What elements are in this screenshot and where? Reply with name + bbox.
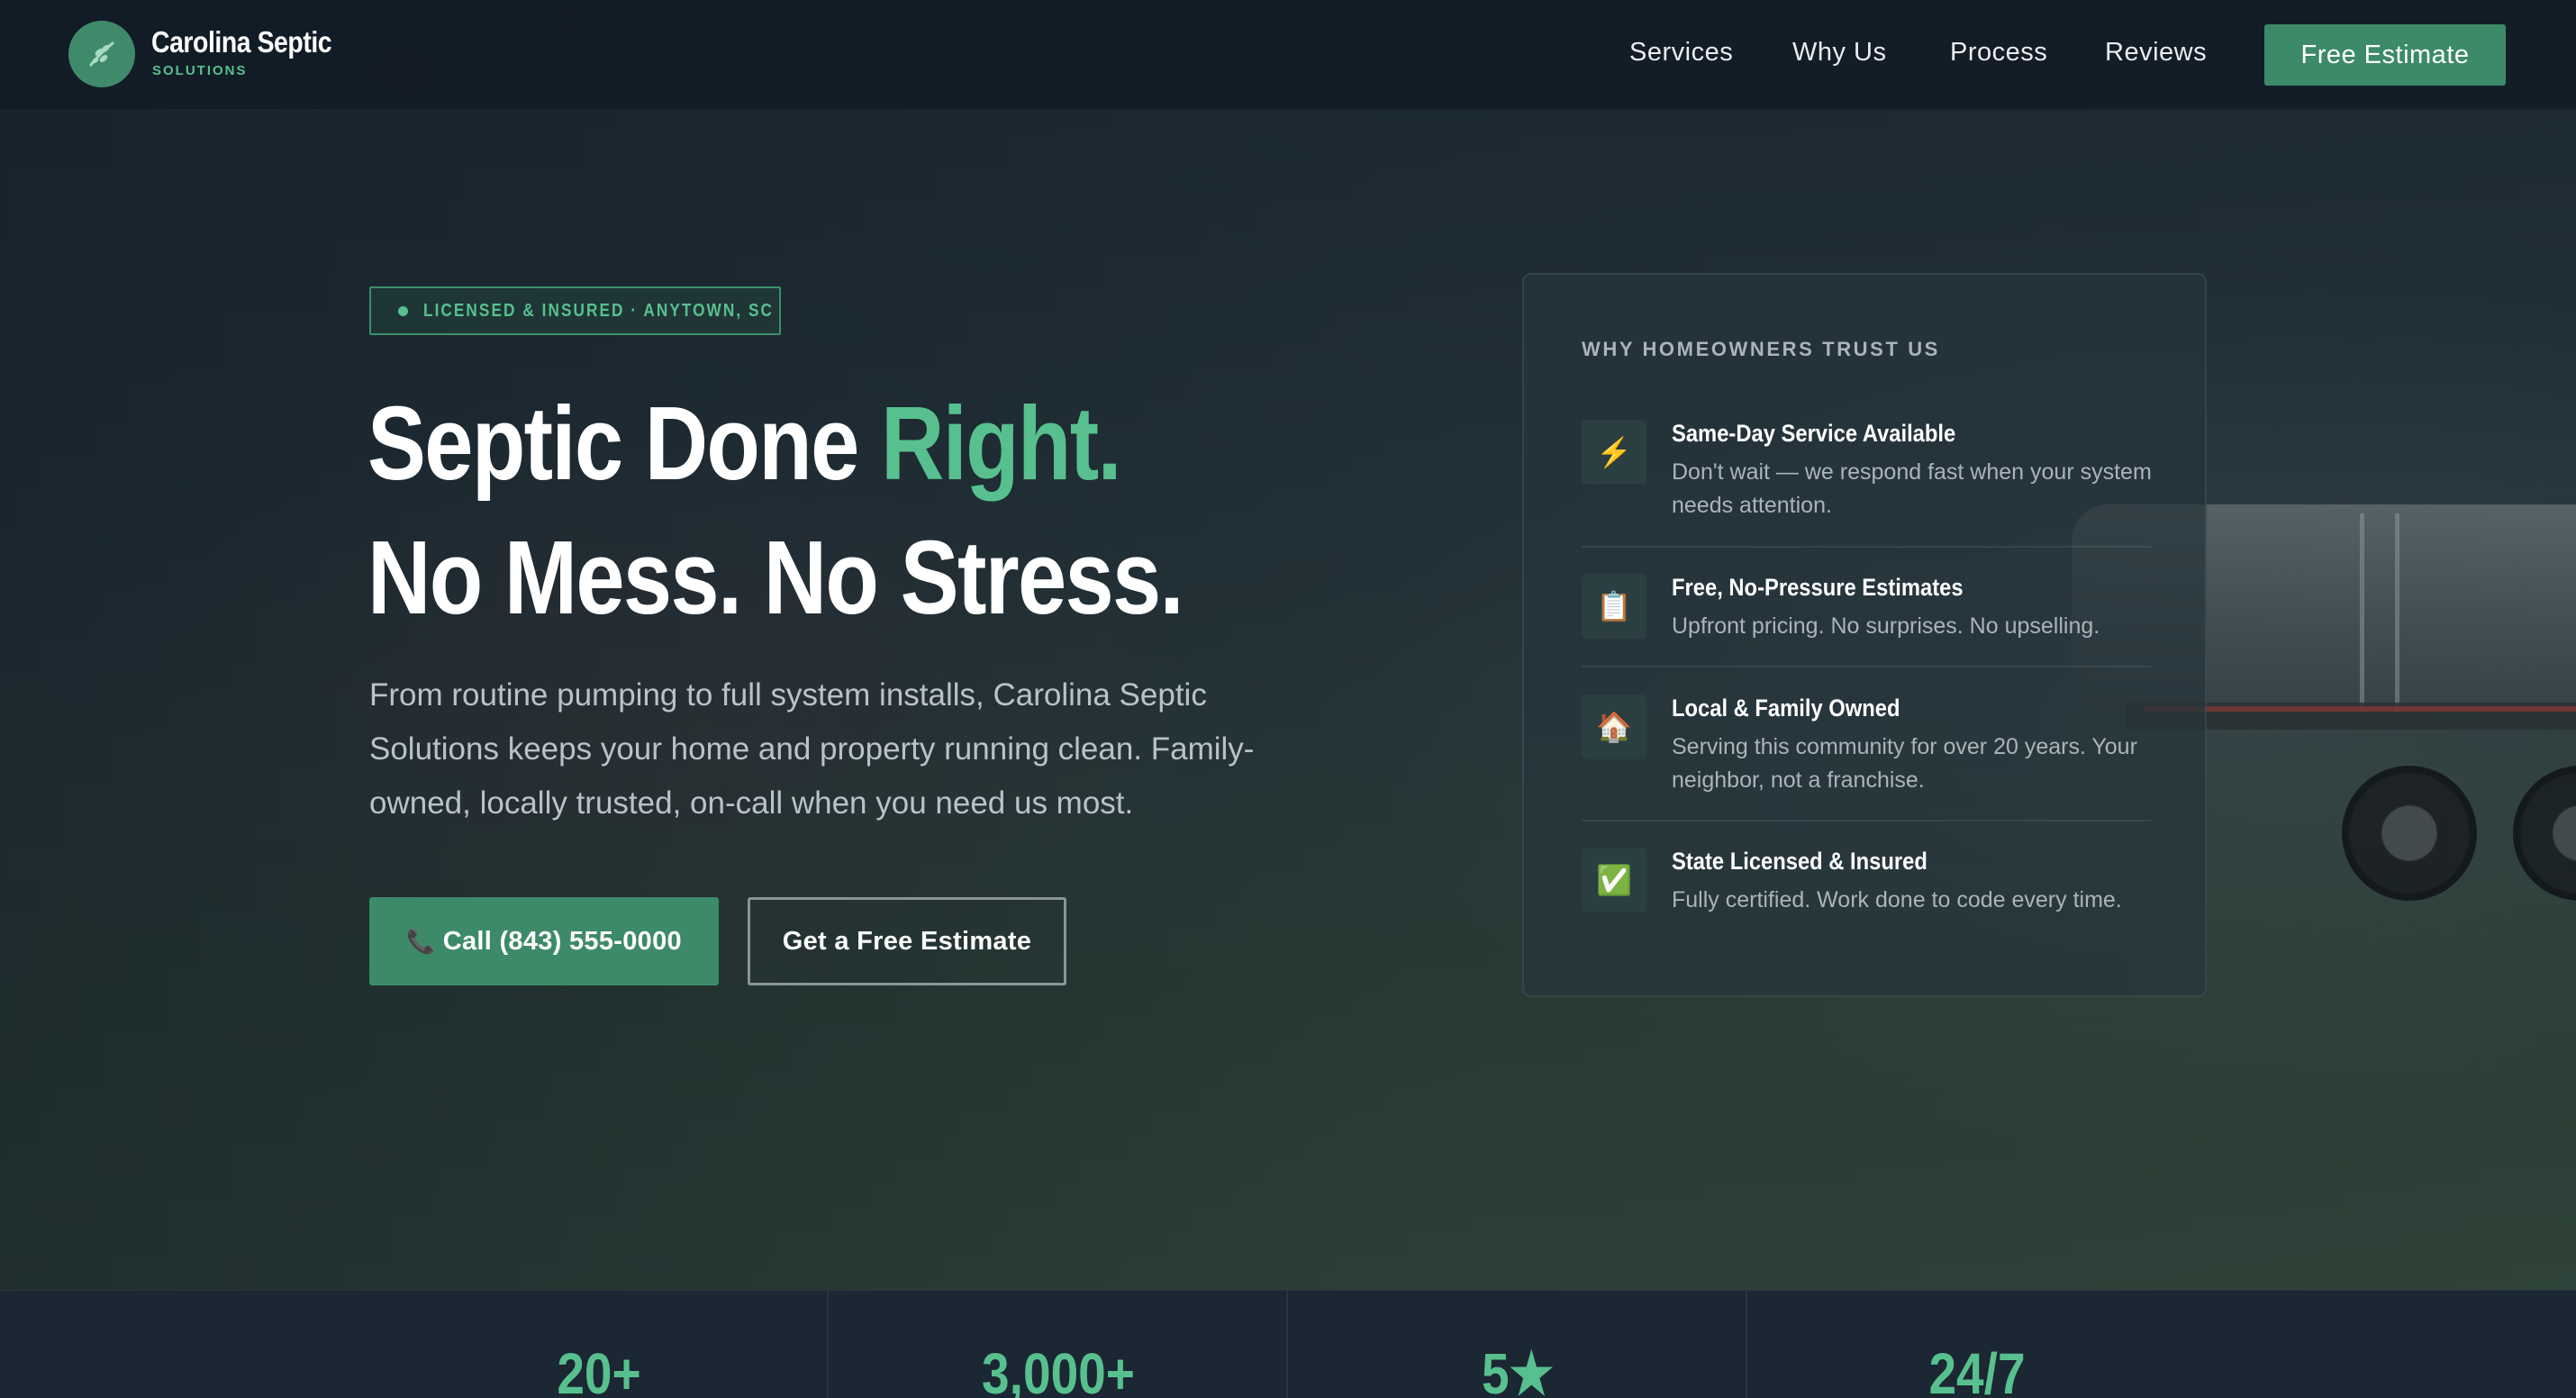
stat-years: 20+ <box>557 1341 641 1398</box>
trust-item-title: Local & Family Owned <box>1672 694 1900 722</box>
stat-rating: 5★ <box>1482 1341 1554 1398</box>
clipboard-icon: 📋 <box>1582 574 1646 639</box>
hero-description: From routine pumping to full system inst… <box>369 677 1255 821</box>
get-estimate-button[interactable]: Get a Free Estimate <box>748 897 1066 985</box>
page: Carolina Septic SOLUTIONS Services Why U… <box>0 0 2576 1398</box>
check-icon: ✅ <box>1582 848 1646 912</box>
free-estimate-button[interactable]: Free Estimate <box>2264 24 2506 86</box>
logo[interactable] <box>68 21 135 87</box>
stats-bar: 20+ 3,000+ 5★ 24/7 <box>0 1290 2576 1398</box>
headline-accent: Right. <box>881 385 1122 502</box>
badge-text: LICENSED & INSURED · ANYTOWN, SC <box>423 301 775 321</box>
stat-divider <box>827 1291 829 1398</box>
house-icon: 🏠 <box>1582 694 1646 759</box>
leaf-icon <box>89 41 114 67</box>
trust-item-desc: Serving this community for over 20 years… <box>1672 734 2137 793</box>
nav-link-reviews[interactable]: Reviews <box>2105 38 2207 68</box>
call-button-label: Call (843) 555-0000 <box>442 926 682 956</box>
trust-item-desc: Don't wait — we respond fast when your s… <box>1672 459 2152 518</box>
stat-divider <box>1286 1291 1288 1398</box>
divider <box>1582 546 2151 548</box>
stat-customers: 3,000+ <box>982 1341 1135 1398</box>
lightning-icon: ⚡ <box>1582 420 1646 485</box>
brand-tagline: SOLUTIONS <box>152 63 248 78</box>
divider <box>1582 666 2151 667</box>
hero-headline-line-1: Septic Done Right. <box>367 391 1122 495</box>
status-dot-icon <box>398 306 408 316</box>
hero-headline-line-2: No Mess. No Stress. <box>367 519 1184 636</box>
nav-link-process[interactable]: Process <box>1950 38 2047 68</box>
phone-icon: 📞 <box>406 927 436 955</box>
trust-item-title: Free, No-Pressure Estimates <box>1672 574 1964 601</box>
stat-availability: 24/7 <box>1928 1341 2026 1398</box>
brand-name[interactable]: Carolina Septic <box>151 25 332 59</box>
nav-link-why-us[interactable]: Why Us <box>1792 38 1887 68</box>
nav-link-services[interactable]: Services <box>1629 38 1733 68</box>
top-navigation: Carolina Septic SOLUTIONS Services Why U… <box>0 0 2576 110</box>
headline-prefix: Septic Done <box>367 385 882 502</box>
trust-item-title: Same-Day Service Available <box>1672 420 1956 447</box>
licensed-badge: LICENSED & INSURED · ANYTOWN, SC <box>369 286 781 335</box>
trust-card-title: WHY HOMEOWNERS TRUST US <box>1582 338 1940 360</box>
trust-item-desc: Fully certified. Work done to code every… <box>1672 887 2122 912</box>
trust-card: WHY HOMEOWNERS TRUST US ⚡ Same-Day Servi… <box>1522 273 2207 997</box>
trust-item-title: State Licensed & Insured <box>1672 848 1927 875</box>
stat-divider <box>1746 1291 1747 1398</box>
call-button[interactable]: 📞 Call (843) 555-0000 <box>369 897 719 985</box>
trust-item-desc: Upfront pricing. No surprises. No upsell… <box>1672 613 2100 639</box>
divider <box>1582 820 2151 822</box>
